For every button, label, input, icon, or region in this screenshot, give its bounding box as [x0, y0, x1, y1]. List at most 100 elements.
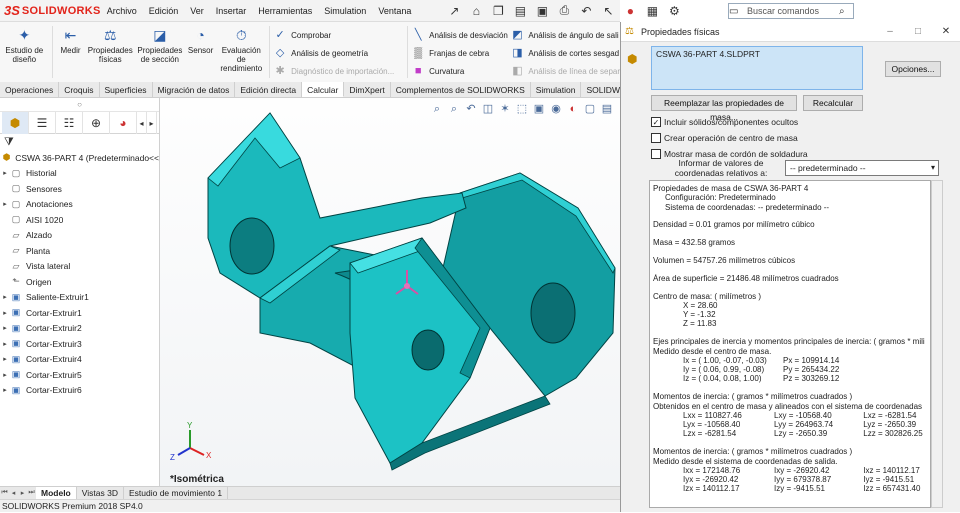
tab-vistas-3d[interactable]: Vistas 3D	[77, 486, 124, 500]
create-com-checkbox[interactable]: Crear operación de centro de masa	[651, 132, 798, 144]
expand-arrow-icon[interactable]: ▸	[0, 200, 10, 208]
parting-line-analysis-button[interactable]: ◧ Análisis de línea de separ	[510, 62, 620, 80]
tree-item[interactable]: ▸ ▣ Cortar-Extruir3	[0, 336, 159, 352]
pin-icon[interactable]: ↗	[443, 2, 465, 20]
display-manager-tab-icon[interactable]: ◕	[110, 112, 137, 134]
search-type-icon[interactable]: ▭	[729, 6, 743, 17]
model-isometric-view[interactable]: Y X Z	[160, 98, 620, 486]
menu-ver[interactable]: Ver	[184, 0, 210, 22]
search-commands[interactable]: ▭ Buscar comandos ⌕	[728, 3, 854, 19]
check-button[interactable]: ✓ Comprobar	[273, 26, 404, 44]
tab-calcular[interactable]: Calcular	[302, 82, 345, 97]
tree-item[interactable]: ⬑ Origen	[0, 274, 159, 290]
feature-tree-tab-icon[interactable]: ⬢	[2, 112, 29, 134]
graphics-viewport[interactable]: ⌕ ⌕ ↶ ◫ ✶ ⬚ ▣ ◉ ◐ ▢ ▤ Y X Z *Isométrica	[160, 98, 620, 486]
tree-item[interactable]: ▸ ▣ Cortar-Extruir4	[0, 352, 159, 368]
menu-herramientas[interactable]: Herramientas	[252, 0, 318, 22]
tab-migracion-datos[interactable]: Migración de datos	[153, 82, 236, 97]
deviation-analysis-button[interactable]: ╲ Análisis de desviación	[411, 26, 510, 44]
options-button[interactable]: Opciones...	[885, 61, 941, 77]
menu-insertar[interactable]: Insertar	[210, 0, 253, 22]
scroll-right-icon[interactable]: ▸	[147, 112, 157, 134]
recalculate-button[interactable]: Recalcular	[803, 95, 863, 111]
print-icon[interactable]: ⎙	[553, 2, 575, 20]
open-folder-icon[interactable]: ▤	[509, 2, 531, 20]
expand-arrow-icon[interactable]: ▸	[0, 324, 10, 332]
checkbox-unchecked[interactable]	[651, 133, 661, 143]
first-tab-arrow-icon[interactable]: ⏮	[0, 489, 9, 497]
tab-modelo[interactable]: Modelo	[36, 486, 77, 500]
sensor-button[interactable]: ◔ Sensor	[185, 22, 217, 80]
override-mass-properties-button[interactable]: Reemplazar las propiedades de masa...	[651, 95, 797, 122]
minimize-icon[interactable]: –	[876, 26, 904, 37]
property-manager-tab-icon[interactable]: ☰	[29, 112, 56, 134]
expand-arrow-icon[interactable]: ▸	[0, 371, 10, 379]
curvature-button[interactable]: ■ Curvatura	[411, 62, 510, 80]
expand-arrow-icon[interactable]: ▸	[0, 340, 10, 348]
next-tab-arrow-icon[interactable]: ▸	[18, 489, 27, 497]
include-hidden-checkbox[interactable]: ✓ Incluir sólidos/componentes ocultos	[651, 116, 798, 128]
menu-edicion[interactable]: Edición	[143, 0, 185, 22]
prev-tab-arrow-icon[interactable]: ◂	[9, 489, 18, 497]
selected-items-list[interactable]: CSWA 36-PART 4.SLDPRT	[651, 46, 863, 90]
tab-dimxpert[interactable]: DimXpert	[344, 82, 391, 97]
tree-item[interactable]: ▸ ▣ Cortar-Extruir5	[0, 367, 159, 383]
search-icon[interactable]: ⌕	[839, 6, 853, 17]
undercut-analysis-button[interactable]: ◨ Análisis de cortes sesgad	[510, 44, 620, 62]
section-properties-button[interactable]: ◪ Propiedades de sección	[135, 22, 185, 80]
tab-edicion-directa[interactable]: Edición directa	[235, 82, 303, 97]
new-document-icon[interactable]: ❐	[487, 2, 509, 20]
measure-button[interactable]: ⇤ Medir	[56, 22, 86, 80]
maximize-icon[interactable]: □	[904, 26, 932, 37]
tree-item[interactable]: ▸ ▣ Cortar-Extruir6	[0, 383, 159, 399]
coordinate-system-select[interactable]: -- predeterminado -- ▾	[785, 160, 939, 176]
tab-simulation[interactable]: Simulation	[531, 82, 582, 97]
tab-operaciones[interactable]: Operaciones	[0, 82, 60, 97]
tree-item[interactable]: ▸ ▣ Cortar-Extruir2	[0, 321, 159, 337]
close-icon[interactable]: ✕	[932, 26, 960, 37]
filter-icon[interactable]: ⧩	[0, 134, 159, 150]
tab-superficies[interactable]: Superficies	[100, 82, 153, 97]
tree-item[interactable]: ▸ ▢ Historial	[0, 166, 159, 182]
zebra-stripes-button[interactable]: ▒ Franjas de cebra	[411, 44, 510, 62]
last-tab-arrow-icon[interactable]: ⏭	[27, 489, 36, 497]
tree-root-part[interactable]: ⬢ CSWA 36-PART 4 (Predeterminado<<	[0, 150, 159, 166]
draft-analysis-button[interactable]: ◩ Análisis de ángulo de sali	[510, 26, 620, 44]
tab-estudio-movimiento[interactable]: Estudio de movimiento 1	[124, 486, 229, 500]
performance-eval-button[interactable]: ⏱ Evaluación de rendimiento	[216, 22, 266, 80]
import-diagnostics-button[interactable]: ✱ Diagnóstico de importación...	[273, 62, 404, 80]
expand-arrow-icon[interactable]: ▸	[0, 386, 10, 394]
home-icon[interactable]: ⌂	[465, 2, 487, 20]
tree-item[interactable]: ▸ ▣ Cortar-Extruir1	[0, 305, 159, 321]
tab-complementos[interactable]: Complementos de SOLIDWORKS	[391, 82, 531, 97]
expand-arrow-icon[interactable]: ▸	[0, 355, 10, 363]
tree-item[interactable]: ▱ Alzado	[0, 228, 159, 244]
rebuild-traffic-light-icon[interactable]: ●	[619, 2, 641, 20]
save-icon[interactable]: ▣	[531, 2, 553, 20]
checkbox-unchecked[interactable]	[651, 149, 661, 159]
selected-file[interactable]: CSWA 36-PART 4.SLDPRT	[656, 49, 760, 59]
design-study-button[interactable]: ✦ Estudio de diseño	[0, 22, 49, 80]
expand-arrow-icon[interactable]: ▸	[0, 293, 10, 301]
mass-properties-results[interactable]: Propiedades de masa de CSWA 36-PART 4 Co…	[649, 180, 931, 508]
results-scrollbar[interactable]	[931, 180, 943, 508]
solidworks-logo[interactable]: 3S SOLIDWORKS	[4, 3, 101, 18]
configuration-manager-tab-icon[interactable]: ☷	[56, 112, 83, 134]
tree-item[interactable]: ▢ Sensores	[0, 181, 159, 197]
tree-item[interactable]: ▢ AISI 1020	[0, 212, 159, 228]
tree-item[interactable]: ▸ ▣ Saliente-Extruir1	[0, 290, 159, 306]
undo-icon[interactable]: ↶	[575, 2, 597, 20]
search-input[interactable]: Buscar comandos	[743, 6, 839, 16]
checkbox-checked[interactable]: ✓	[651, 117, 661, 127]
dimxpert-manager-tab-icon[interactable]: ⊕	[83, 112, 110, 134]
options-gear-icon[interactable]: ⚙	[663, 2, 685, 20]
scroll-left-icon[interactable]: ◂	[137, 112, 147, 134]
file-properties-icon[interactable]: ▦	[641, 2, 663, 20]
tab-croquis[interactable]: Croquis	[59, 82, 100, 97]
menu-ventana[interactable]: Ventana	[372, 0, 417, 22]
menu-simulation[interactable]: Simulation	[318, 0, 372, 22]
geometry-analysis-button[interactable]: ◇ Análisis de geometría	[273, 44, 404, 62]
tree-item[interactable]: ▱ Vista lateral	[0, 259, 159, 275]
tree-item[interactable]: ▸ ▢ Anotaciones	[0, 197, 159, 213]
tree-item[interactable]: ▱ Planta	[0, 243, 159, 259]
